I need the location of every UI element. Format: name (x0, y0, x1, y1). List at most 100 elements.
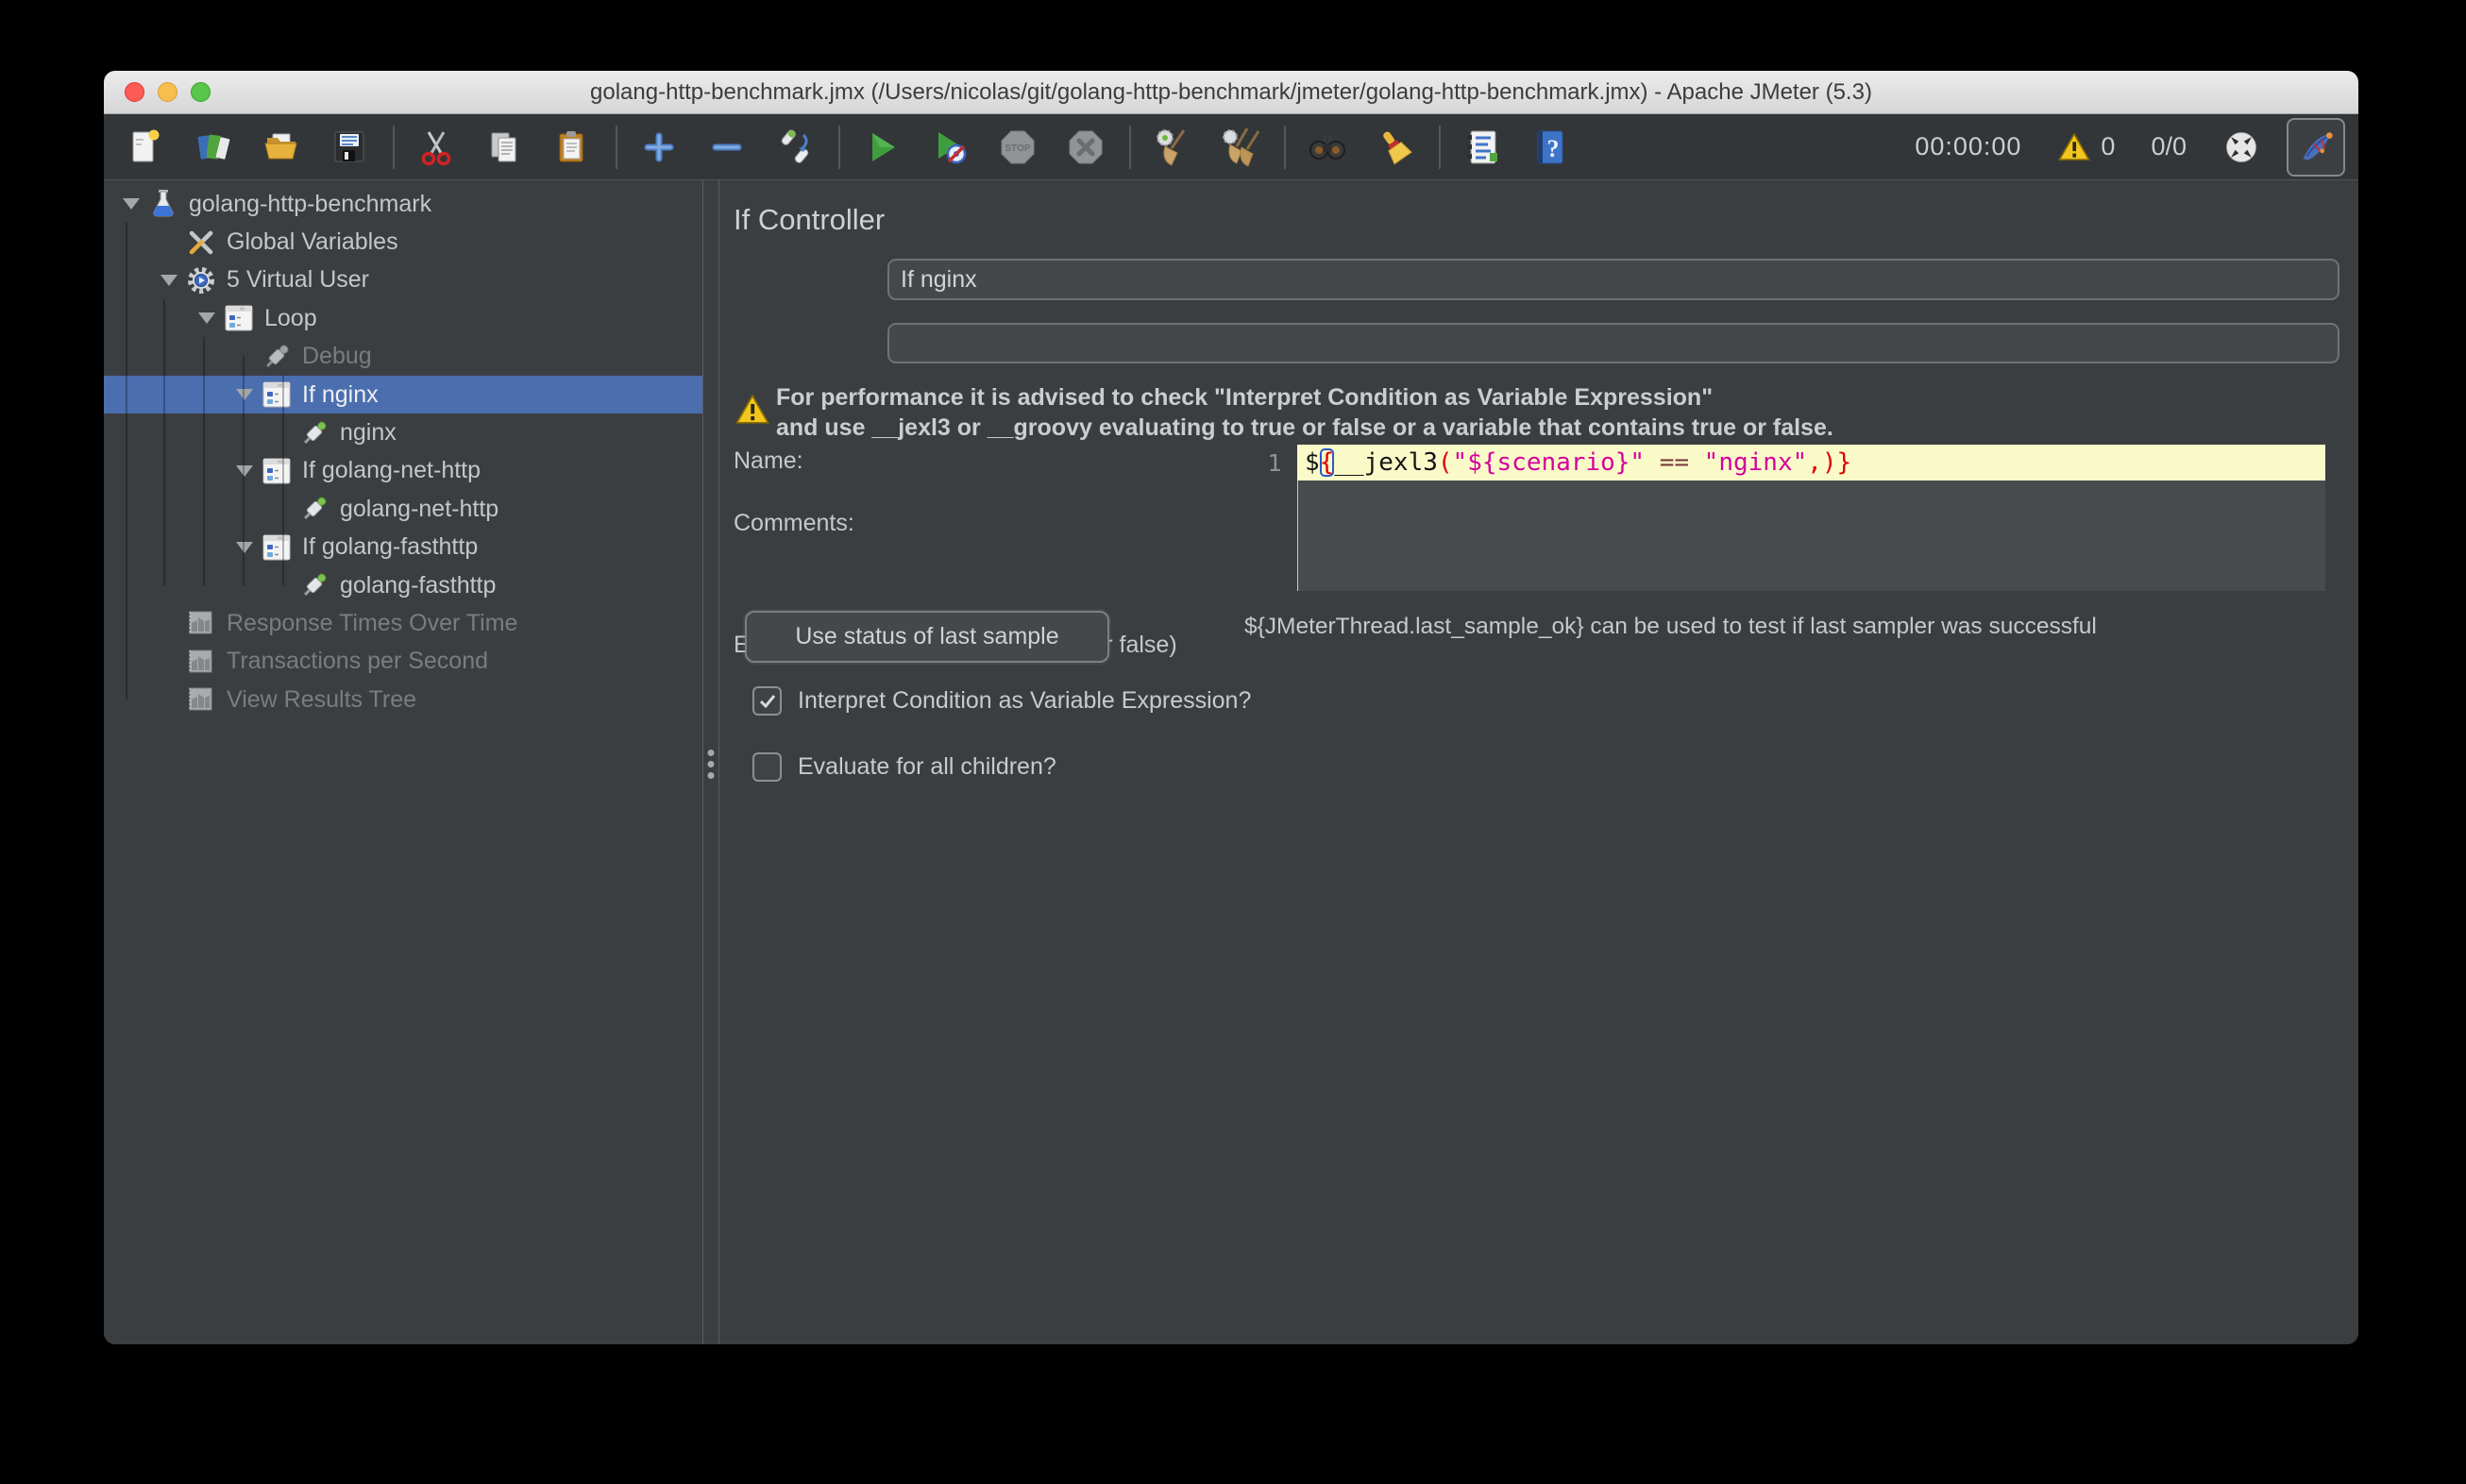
checkbox-box[interactable] (752, 686, 782, 716)
listener-icon (185, 646, 217, 678)
expander-collapse-icon[interactable] (228, 389, 261, 400)
zoom-button[interactable] (191, 82, 211, 102)
search-reset-button[interactable] (1369, 121, 1422, 174)
templates-icon (193, 126, 234, 168)
tree-item-label: golang-fasthttp (340, 572, 496, 599)
test-plan-icon (147, 188, 179, 220)
paste-button[interactable] (546, 121, 599, 174)
expression-code-line[interactable]: ${__jexl3("${scenario}" == "nginx",)} (1297, 445, 2325, 481)
tree-item-label: Response Times Over Time (227, 610, 517, 637)
cut-button[interactable] (410, 121, 463, 174)
elapsed-timer: 00:00:00 (1915, 132, 2021, 161)
toggle-icon (774, 126, 816, 168)
tree-item-label: If nginx (302, 381, 379, 409)
remote-state-icon (2222, 128, 2260, 166)
tree-item-if-nginx[interactable]: If nginx (104, 376, 702, 413)
comments-label: Comments: (734, 510, 854, 537)
controller-icon (261, 379, 293, 411)
save-button[interactable] (323, 121, 376, 174)
window-controls (125, 71, 211, 113)
clear-icon (1152, 126, 1193, 168)
sampler-icon (298, 493, 330, 525)
tree-item-5-virtual-user[interactable]: 5 Virtual User (104, 261, 702, 299)
tree-item-golang-net-http[interactable]: golang-net-http (104, 490, 702, 528)
expression-editor[interactable]: 1 ${__jexl3("${scenario}" == "nginx",)} (1260, 445, 2325, 591)
jmeter-logo-icon (2296, 127, 2336, 167)
open-button[interactable] (255, 121, 308, 174)
shutdown-button[interactable] (1059, 121, 1112, 174)
help-icon: ? (1529, 126, 1571, 168)
checkbox-label: Evaluate for all children? (798, 753, 1056, 781)
clear-button[interactable] (1146, 121, 1199, 174)
tree-item-nginx[interactable]: nginx (104, 413, 702, 451)
add-element-button[interactable] (633, 121, 685, 174)
toolbar-separator (1439, 126, 1441, 169)
clear-all-button[interactable] (1214, 121, 1267, 174)
warning-count: 0 (2101, 132, 2115, 161)
svg-text:?: ? (1547, 135, 1560, 162)
sampler-icon (298, 569, 330, 601)
tree-item-label: View Results Tree (227, 686, 416, 714)
function-helper-button[interactable] (1456, 121, 1509, 174)
titlebar: golang-http-benchmark.jmx (/Users/nicola… (104, 71, 2358, 114)
toolbar-buttons: STOP? (119, 114, 1592, 179)
expander-collapse-icon[interactable] (228, 542, 261, 553)
templates-button[interactable] (187, 121, 240, 174)
controller-icon (261, 455, 293, 487)
evaluate-all-children-checkbox[interactable]: Evaluate for all children? (752, 752, 1056, 782)
plus-icon (638, 126, 680, 168)
stop-button[interactable]: STOP (991, 121, 1044, 174)
expander-collapse-icon[interactable] (191, 312, 223, 324)
remove-element-button[interactable] (701, 121, 753, 174)
tree-item-label: 5 Virtual User (227, 266, 369, 294)
editor-body[interactable] (1297, 481, 2325, 591)
name-input[interactable] (887, 259, 2339, 300)
start-button[interactable] (855, 121, 908, 174)
panel-splitter[interactable] (702, 180, 719, 1344)
stop-icon: STOP (997, 126, 1039, 168)
tree-item-debug[interactable]: Debug (104, 338, 702, 376)
tree-item-golang-http-benchmark[interactable]: golang-http-benchmark (104, 185, 702, 223)
close-button[interactable] (125, 82, 144, 102)
use-status-of-last-sample-button[interactable]: Use status of last sample (745, 611, 1109, 663)
warning-line-2: and use __jexl3 or __groovy evaluating t… (776, 413, 1833, 444)
minimize-button[interactable] (158, 82, 177, 102)
toolbar-separator (1129, 126, 1131, 169)
tree-item-response-times-over-time[interactable]: Response Times Over Time (104, 604, 702, 642)
interpret-condition-checkbox[interactable]: Interpret Condition as Variable Expressi… (752, 686, 1251, 716)
tree-item-golang-fasthttp[interactable]: golang-fasthttp (104, 566, 702, 604)
checkbox-box[interactable] (752, 752, 782, 782)
toggle-element-button[interactable] (769, 121, 821, 174)
search-icon (1307, 126, 1348, 168)
search-button[interactable] (1301, 121, 1354, 174)
warning-triangle-icon (735, 392, 770, 428)
tree-item-loop[interactable]: Loop (104, 299, 702, 337)
tree-item-label: Transactions per Second (227, 648, 488, 675)
toolbar-status: 00:00:00 0 0/0 (1915, 118, 2345, 177)
listener-icon (185, 607, 217, 639)
thread-group-icon (185, 264, 217, 296)
tree-item-global-variables[interactable]: Global Variables (104, 223, 702, 261)
listener-icon (185, 683, 217, 716)
new-file-icon (125, 126, 166, 168)
comments-input[interactable] (887, 323, 2339, 363)
tree-item-transactions-per-second[interactable]: Transactions per Second (104, 643, 702, 681)
new-button[interactable] (119, 121, 172, 174)
help-button[interactable]: ? (1524, 121, 1577, 174)
tree-item-if-golang-fasthttp[interactable]: If golang-fasthttp (104, 529, 702, 566)
start-no-pauses-button[interactable] (923, 121, 976, 174)
tree-item-label: If golang-fasthttp (302, 533, 478, 561)
tree-item-label: nginx (340, 419, 397, 447)
tree-item-if-golang-net-http[interactable]: If golang-net-http (104, 452, 702, 490)
log-errors-indicator[interactable]: 0 (2057, 130, 2115, 164)
expander-collapse-icon[interactable] (153, 275, 185, 286)
expander-collapse-icon[interactable] (228, 465, 261, 477)
expander-collapse-icon[interactable] (115, 198, 147, 210)
tree-item-view-results-tree[interactable]: View Results Tree (104, 681, 702, 718)
start-no-pauses-icon (929, 126, 971, 168)
toolbar-separator (1284, 126, 1286, 169)
tree-item-label: Global Variables (227, 228, 398, 256)
copy-button[interactable] (478, 121, 531, 174)
line-number: 1 (1260, 445, 1289, 481)
jmeter-logo-toggle-button[interactable] (2287, 118, 2345, 177)
